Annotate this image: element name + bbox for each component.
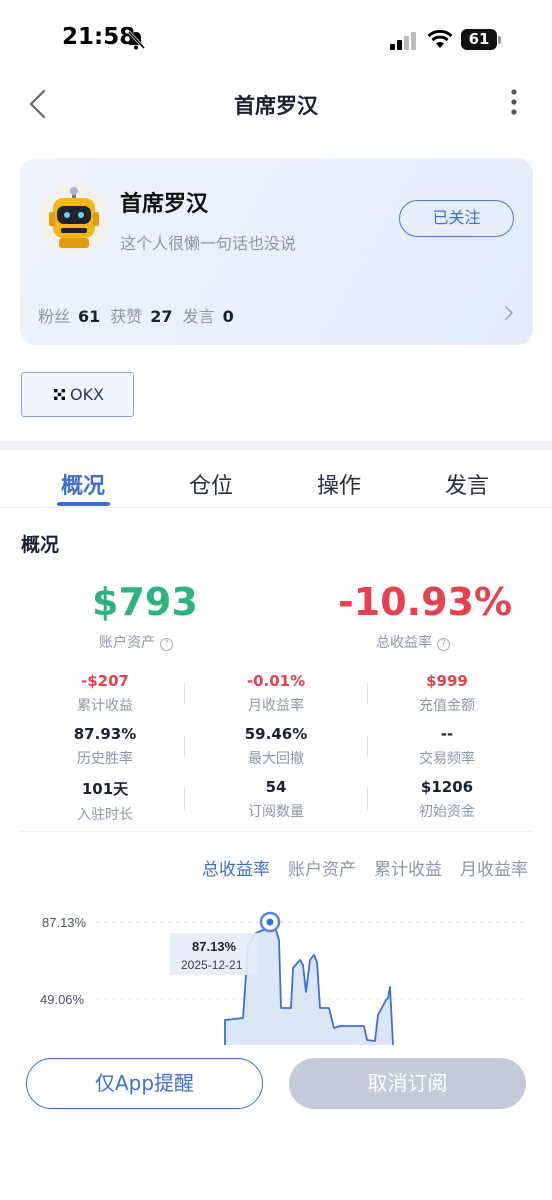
bell-muted-icon bbox=[127, 30, 146, 50]
overview-title: 概况 bbox=[21, 534, 60, 556]
okx-logo-icon bbox=[54, 389, 65, 400]
posts-count: 0 bbox=[222, 307, 234, 326]
status-bar: 21:58 61 bbox=[0, 0, 552, 78]
metrics-divider bbox=[20, 831, 532, 832]
chart-tab-account-assets[interactable]: 账户资产 bbox=[288, 855, 356, 880]
help-icon[interactable]: ? bbox=[160, 638, 173, 651]
total-return-value: -10.93% bbox=[338, 580, 513, 624]
likes-label: 获赞 bbox=[110, 307, 143, 326]
metric-monthly-return: -0.01% 月收益率 bbox=[246, 672, 306, 714]
likes-count: 27 bbox=[150, 307, 173, 326]
exchange-name: OKX bbox=[70, 385, 105, 404]
help-icon[interactable]: ? bbox=[437, 638, 450, 651]
metric-cumulative-profit: -$207 累计收益 bbox=[77, 672, 133, 714]
total-return-label: 总收益率? bbox=[376, 632, 450, 652]
tab-posts[interactable]: 发言 bbox=[445, 468, 489, 500]
metric-joined-duration: 101天 入驻时长 bbox=[77, 780, 133, 823]
more-icon[interactable] bbox=[506, 86, 522, 122]
tab-positions[interactable]: 仓位 bbox=[189, 468, 233, 500]
highlight-point-core bbox=[266, 918, 274, 926]
metric-trade-frequency: -- 交易频率 bbox=[419, 725, 475, 767]
section-divider bbox=[0, 441, 552, 450]
profile-bio: 这个人很懒一句话也没说 bbox=[120, 234, 297, 253]
grid-divider bbox=[184, 735, 185, 757]
app-only-remind-button[interactable]: 仅App提醒 bbox=[26, 1058, 263, 1109]
grid-divider bbox=[367, 682, 368, 704]
tooltip-date: 2025-12-21 bbox=[181, 958, 243, 972]
page-title: 首席罗汉 bbox=[234, 94, 318, 118]
grid-divider bbox=[367, 788, 368, 810]
tab-operations[interactable]: 操作 bbox=[317, 468, 361, 500]
tab-overview[interactable]: 概况 bbox=[61, 468, 105, 500]
y-tick-label: 49.06% bbox=[40, 992, 85, 1007]
tab-bar: 概况 仓位 操作 发言 bbox=[0, 450, 552, 508]
chevron-right-icon[interactable] bbox=[502, 304, 516, 322]
profile-stats: 粉丝 61 获赞 27 发言 0 bbox=[38, 303, 244, 327]
robot-avatar-icon bbox=[39, 184, 109, 254]
status-time: 21:58 bbox=[62, 24, 136, 50]
metric-subscriptions: 54 订阅数量 bbox=[248, 778, 304, 820]
profile-name: 首席罗汉 bbox=[120, 192, 209, 217]
fans-label: 粉丝 bbox=[38, 307, 71, 326]
unsubscribe-button[interactable]: 取消订阅 bbox=[289, 1058, 526, 1109]
y-tick-label: 87.13% bbox=[42, 915, 87, 930]
tab-active-indicator bbox=[57, 502, 110, 506]
metric-initial-capital: $1206 初始资金 bbox=[419, 778, 475, 820]
wifi-icon bbox=[427, 30, 453, 48]
account-assets-value: $793 bbox=[92, 580, 198, 624]
fans-count: 61 bbox=[78, 307, 101, 326]
metric-win-rate: 87.93% 历史胜率 bbox=[73, 725, 137, 767]
battery-icon: 61 bbox=[461, 29, 501, 50]
grid-divider bbox=[184, 788, 185, 810]
chart-tab-cumulative-profit[interactable]: 累计收益 bbox=[374, 855, 442, 880]
metric-deposit-amount: $999 充值金额 bbox=[419, 672, 475, 714]
followed-button[interactable]: 已关注 bbox=[399, 200, 514, 237]
tooltip-value: 87.13% bbox=[192, 939, 237, 954]
profile-card[interactable]: 首席罗汉 这个人很懒一句话也没说 已关注 粉丝 61 获赞 27 发言 0 bbox=[20, 158, 533, 345]
chart-tab-monthly-return[interactable]: 月收益率 bbox=[460, 855, 528, 880]
metrics-grid: -$207 累计收益 -0.01% 月收益率 $999 充值金额 87.93% … bbox=[20, 666, 532, 828]
return-chart[interactable]: 87.13% 49.06% 87.13% 2025-12-21 bbox=[0, 900, 552, 1045]
metric-max-drawdown: 59.46% 最大回撤 bbox=[244, 725, 308, 767]
bottom-action-bar: 仅App提醒 取消订阅 bbox=[0, 1045, 552, 1200]
posts-label: 发言 bbox=[182, 307, 215, 326]
account-assets-label: 账户资产? bbox=[99, 632, 173, 652]
grid-divider bbox=[184, 682, 185, 704]
avatar bbox=[39, 184, 109, 254]
signal-icon bbox=[390, 32, 416, 50]
chart-tab-total-return[interactable]: 总收益率 bbox=[202, 855, 270, 880]
exchange-tag[interactable]: OKX bbox=[21, 372, 134, 417]
nav-bar: 首席罗汉 bbox=[0, 78, 552, 130]
grid-divider bbox=[367, 735, 368, 757]
